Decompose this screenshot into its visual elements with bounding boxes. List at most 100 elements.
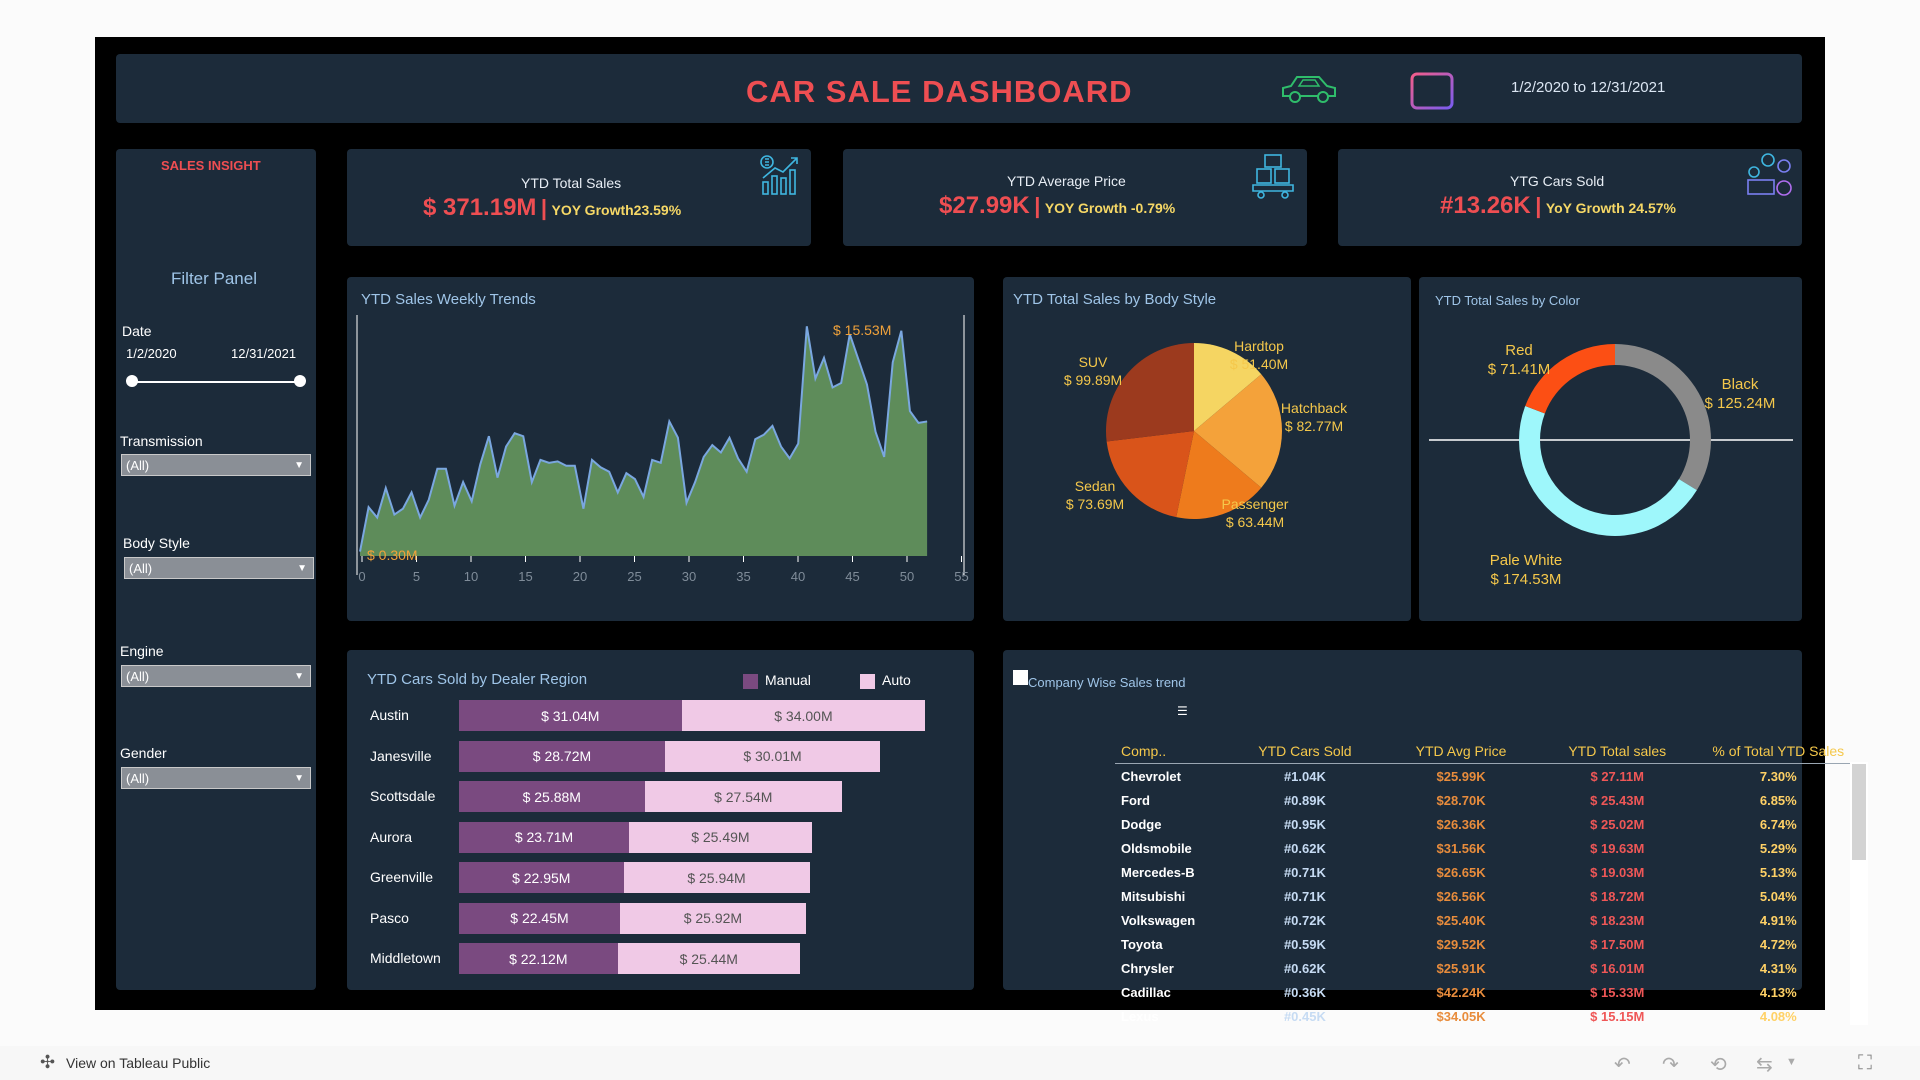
undo-icon[interactable]: ↶ xyxy=(1614,1052,1631,1077)
table-cell: 4.08% xyxy=(1759,1008,1797,1024)
column-header[interactable]: Comp.. xyxy=(1115,739,1231,764)
transmission-select[interactable]: (All) ▼ xyxy=(121,454,311,476)
bar-manual[interactable]: $ 22.45M xyxy=(459,902,620,934)
table-row[interactable]: Volkswagen #0.72K $25.40K $ 18.23M 4.91% xyxy=(1115,908,1865,932)
bar-auto[interactable]: $ 27.54M xyxy=(644,781,842,812)
bar-auto[interactable]: $ 25.49M xyxy=(629,821,812,853)
bar-manual[interactable]: $ 22.12M xyxy=(459,943,618,974)
sidebar-title: SALES INSIGHT xyxy=(161,158,261,173)
table-row[interactable]: Mitsubishi #0.71K $26.56K $ 18.72M 5.04% xyxy=(1115,884,1865,908)
bar-manual[interactable]: $ 28.72M xyxy=(459,740,665,772)
chevron-down-icon: ▼ xyxy=(294,460,304,471)
pie-slice[interactable] xyxy=(1106,343,1194,442)
table-cell: $ 18.72M xyxy=(1590,888,1645,904)
bar-auto[interactable]: $ 25.94M xyxy=(623,862,810,893)
view-on-tableau-link[interactable]: View on Tableau Public xyxy=(66,1055,210,1071)
donut-slice[interactable] xyxy=(1519,406,1697,537)
region-label: Austin xyxy=(370,707,409,723)
table-cell: Mercedes-B xyxy=(1121,864,1195,880)
calendar-icon xyxy=(1410,69,1454,110)
gender-select[interactable]: (All) ▼ xyxy=(121,767,311,789)
column-header[interactable]: YTD Total sales xyxy=(1542,739,1692,764)
kpi-growth: YOY Growth23.59% xyxy=(551,202,682,218)
date-slider-end-handle[interactable] xyxy=(294,375,306,387)
table-row[interactable]: Chrysler #0.62K $25.91K $ 16.01M 4.31% xyxy=(1115,956,1865,980)
slice-category-label: Hatchback xyxy=(1281,400,1348,416)
table-cell: Oldsmobile xyxy=(1121,840,1192,856)
chevron-down-icon: ▼ xyxy=(294,671,304,682)
body-style-select[interactable]: (All) ▼ xyxy=(124,557,314,579)
table-row[interactable]: Lexus #0.45K $34.05K $ 15.15M 4.08% xyxy=(1115,1004,1865,1028)
checkbox-icon[interactable] xyxy=(1013,670,1028,685)
dealer-region-panel: YTD Cars Sold by Dealer Region Manual Au… xyxy=(347,650,974,990)
region-label: Aurora xyxy=(370,828,413,845)
dashboard-title: CAR SALE DASHBOARD xyxy=(746,74,1133,109)
table-cell: $ 15.33M xyxy=(1590,984,1645,1000)
x-tick-label: 0 xyxy=(358,569,365,584)
date-slider-start-handle[interactable] xyxy=(126,375,138,387)
slice-value-label: $ 51.40M xyxy=(1230,356,1288,372)
table-row[interactable]: Mercedes-B #0.71K $26.65K $ 19.03M 5.13% xyxy=(1115,860,1865,884)
x-tick-label: 45 xyxy=(845,569,859,584)
engine-select[interactable]: (All) ▼ xyxy=(121,665,311,687)
table-row[interactable]: Oldsmobile #0.62K $31.56K $ 19.63M 5.29% xyxy=(1115,836,1865,860)
table-cell: $34.05K xyxy=(1436,1008,1486,1024)
table-cell: $ 25.43M xyxy=(1590,792,1645,808)
fullscreen-icon[interactable]: ⛶ xyxy=(1858,1052,1872,1075)
table-cell: #0.36K xyxy=(1283,984,1326,1000)
date-slider-track[interactable] xyxy=(132,381,300,383)
bar-manual[interactable]: $ 22.95M xyxy=(459,862,624,893)
table-row[interactable]: Ford #0.89K $28.70K $ 25.43M 6.85% xyxy=(1115,788,1865,812)
column-header[interactable]: YTD Avg Price xyxy=(1379,739,1543,764)
table-cell: Toyota xyxy=(1121,936,1163,952)
bar-manual[interactable]: $ 25.88M xyxy=(459,781,645,812)
table-cell: $42.24K xyxy=(1436,984,1486,1000)
column-header[interactable]: YTD Cars Sold xyxy=(1230,739,1380,764)
bar-auto[interactable]: $ 25.92M xyxy=(619,902,806,934)
donut-value-label: $ 174.53M xyxy=(1491,571,1562,588)
bar-manual[interactable]: $ 23.71M xyxy=(459,821,629,853)
sort-icon[interactable]: ☰ xyxy=(1177,704,1188,718)
x-tick-label: 35 xyxy=(736,569,750,584)
region-label: Middletown xyxy=(370,950,441,966)
bar-auto[interactable]: $ 30.01M xyxy=(664,740,881,772)
donut-slice[interactable] xyxy=(1525,344,1615,414)
column-header[interactable]: % of Total YTD Sales xyxy=(1691,739,1865,764)
chevron-down-icon[interactable]: ▼ xyxy=(1786,1056,1797,1068)
bar-manual[interactable]: $ 31.04M xyxy=(459,700,682,731)
table-cell: Ford xyxy=(1121,792,1150,808)
donut-slice[interactable] xyxy=(1615,344,1711,491)
kpi-total-sales: YTD Total Sales $ 371.19M | YOY Growth23… xyxy=(347,149,811,246)
body-style-panel: YTD Total Sales by Body Style Hardtop $ 5… xyxy=(1003,277,1411,621)
x-tick-label: 50 xyxy=(900,569,914,584)
date-end: 12/31/2021 xyxy=(231,346,297,361)
table-cell: 4.31% xyxy=(1759,960,1797,976)
kpi-title: YTG Cars Sold xyxy=(1510,173,1605,189)
table-cell: $ 16.01M xyxy=(1590,960,1645,976)
table-row[interactable]: Cadillac #0.36K $42.24K $ 15.33M 4.13% xyxy=(1115,980,1865,1004)
dashboard-frame: CAR SALE DASHBOARD 1/2/2020 to 12/31/202… xyxy=(95,37,1868,1025)
body-style-label: Body Style xyxy=(123,535,190,551)
table-cell: 5.13% xyxy=(1759,864,1797,880)
table-cell: Cadillac xyxy=(1121,984,1171,1000)
bar-auto[interactable]: $ 34.00M xyxy=(681,700,926,731)
engine-value: (All) xyxy=(126,669,150,684)
slice-value-label: $ 99.89M xyxy=(1064,372,1122,388)
table-scrollbar-thumb[interactable] xyxy=(1852,764,1866,860)
weekly-area[interactable] xyxy=(360,326,928,556)
revert-icon[interactable]: ⟲ xyxy=(1710,1052,1727,1077)
kpi-separator: | xyxy=(1034,193,1041,218)
table-cell: $25.40K xyxy=(1436,912,1486,928)
table-row[interactable]: Toyota #0.59K $29.52K $ 17.50M 4.72% xyxy=(1115,932,1865,956)
table-row[interactable]: Chevrolet #1.04K $25.99K $ 27.11M 7.30% xyxy=(1115,764,1865,789)
refresh-icon[interactable]: ⇆ xyxy=(1756,1052,1773,1077)
legend-manual-swatch xyxy=(743,674,758,689)
x-tick-label: 5 xyxy=(413,569,420,584)
table-cell: #0.59K xyxy=(1283,936,1326,952)
table-row[interactable]: Dodge #0.95K $26.36K $ 25.02M 6.74% xyxy=(1115,812,1865,836)
bar-auto[interactable]: $ 25.44M xyxy=(617,943,800,974)
redo-icon[interactable]: ↷ xyxy=(1662,1052,1679,1077)
table-cell: $25.91K xyxy=(1436,960,1486,976)
company-table: Comp.. YTD Cars Sold YTD Avg Price YTD T… xyxy=(1115,739,1865,1028)
table-cell: $ 15.15M xyxy=(1590,1008,1645,1024)
